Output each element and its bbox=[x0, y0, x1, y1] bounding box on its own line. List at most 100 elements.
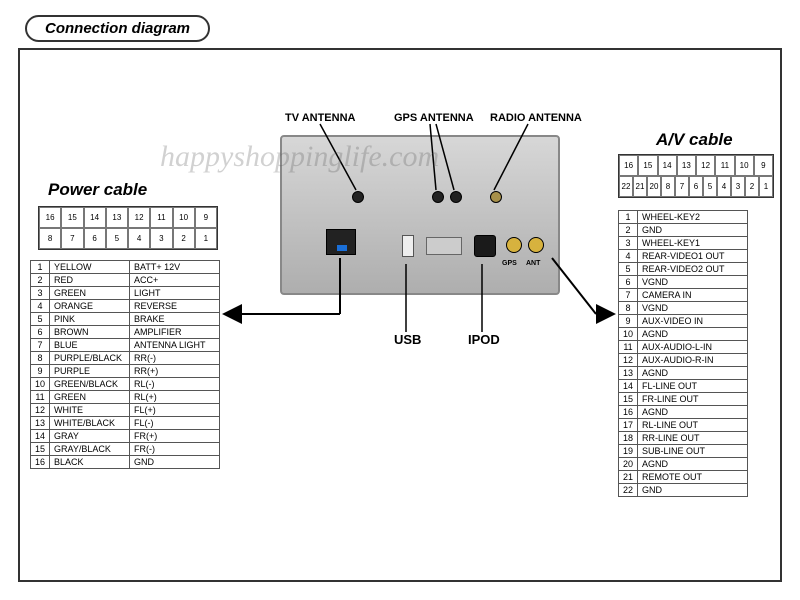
pin-cell: 8 bbox=[39, 228, 61, 249]
table-row: 3GREENLIGHT bbox=[31, 287, 220, 300]
table-row: 12WHITEFL(+) bbox=[31, 404, 220, 417]
pin-cell: 11 bbox=[715, 155, 734, 176]
pin-cell: 7 bbox=[61, 228, 83, 249]
power-connector-port bbox=[326, 229, 356, 255]
table-row: 5PINKBRAKE bbox=[31, 313, 220, 326]
radio-antenna-label: RADIO ANTENNA bbox=[490, 112, 582, 124]
pin-cell: 15 bbox=[61, 207, 83, 228]
gps-text: GPS bbox=[502, 260, 517, 267]
table-row: 7CAMERA IN bbox=[619, 289, 748, 302]
gps-antenna-label: GPS ANTENNA bbox=[394, 112, 474, 124]
head-unit-rear: GPS ANT bbox=[280, 135, 560, 295]
ant-text: ANT bbox=[526, 260, 540, 267]
pin-cell: 21 bbox=[633, 176, 647, 197]
table-row: 7BLUEANTENNA LIGHT bbox=[31, 339, 220, 352]
table-row: 2GND bbox=[619, 224, 748, 237]
pin-cell: 6 bbox=[84, 228, 106, 249]
usb-label: USB bbox=[394, 332, 421, 347]
table-row: 11GREENRL(+) bbox=[31, 391, 220, 404]
pin-cell: 12 bbox=[128, 207, 150, 228]
gps-antenna-jack-b bbox=[450, 191, 462, 203]
pin-cell: 4 bbox=[128, 228, 150, 249]
pin-cell: 22 bbox=[619, 176, 633, 197]
table-row: 14FL-LINE OUT bbox=[619, 380, 748, 393]
table-row: 4REAR-VIDEO1 OUT bbox=[619, 250, 748, 263]
pin-cell: 10 bbox=[173, 207, 195, 228]
av-connector-diagram: 161514131211109 22212087654321 bbox=[618, 154, 774, 198]
table-row: 9PURPLERR(+) bbox=[31, 365, 220, 378]
table-row: 5REAR-VIDEO2 OUT bbox=[619, 263, 748, 276]
pin-cell: 6 bbox=[689, 176, 703, 197]
table-row: 22GND bbox=[619, 484, 748, 497]
table-row: 10AGND bbox=[619, 328, 748, 341]
pin-cell: 13 bbox=[677, 155, 696, 176]
table-row: 3WHEEL-KEY1 bbox=[619, 237, 748, 250]
table-row: 11AUX-AUDIO-L-IN bbox=[619, 341, 748, 354]
power-pin-table: 1YELLOWBATT+ 12V2REDACC+3GREENLIGHT4ORAN… bbox=[30, 260, 220, 469]
table-row: 14GRAYFR(+) bbox=[31, 430, 220, 443]
pin-cell: 3 bbox=[731, 176, 745, 197]
pin-cell: 5 bbox=[703, 176, 717, 197]
power-cable-title: Power cable bbox=[48, 180, 147, 200]
table-row: 19SUB-LINE OUT bbox=[619, 445, 748, 458]
pin-cell: 20 bbox=[647, 176, 661, 197]
gps-jack bbox=[506, 237, 522, 253]
table-row: 16AGND bbox=[619, 406, 748, 419]
diagram-frame: happyshoppinglife.com GPS ANT TV ANTENNA… bbox=[18, 48, 782, 582]
table-row: 20AGND bbox=[619, 458, 748, 471]
pin-cell: 15 bbox=[638, 155, 657, 176]
table-row: 9AUX-VIDEO IN bbox=[619, 315, 748, 328]
pin-cell: 7 bbox=[675, 176, 689, 197]
pin-cell: 8 bbox=[661, 176, 675, 197]
pin-cell: 1 bbox=[759, 176, 773, 197]
pin-cell: 9 bbox=[754, 155, 773, 176]
pin-cell: 16 bbox=[619, 155, 638, 176]
tv-antenna-label: TV ANTENNA bbox=[285, 112, 355, 124]
table-row: 18RR-LINE OUT bbox=[619, 432, 748, 445]
table-row: 8VGND bbox=[619, 302, 748, 315]
pin-cell: 16 bbox=[39, 207, 61, 228]
table-row: 12AUX-AUDIO-R-IN bbox=[619, 354, 748, 367]
table-row: 16BLACKGND bbox=[31, 456, 220, 469]
pin-cell: 2 bbox=[745, 176, 759, 197]
antenna-jack bbox=[528, 237, 544, 253]
table-row: 15GRAY/BLACKFR(-) bbox=[31, 443, 220, 456]
pin-cell: 14 bbox=[84, 207, 106, 228]
pin-cell: 10 bbox=[735, 155, 754, 176]
table-row: 21REMOTE OUT bbox=[619, 471, 748, 484]
table-row: 17RL-LINE OUT bbox=[619, 419, 748, 432]
table-row: 13AGND bbox=[619, 367, 748, 380]
pin-cell: 12 bbox=[696, 155, 715, 176]
pin-cell: 9 bbox=[195, 207, 217, 228]
pin-cell: 2 bbox=[173, 228, 195, 249]
ipod-label: IPOD bbox=[468, 332, 500, 347]
usb-port bbox=[402, 235, 414, 257]
av-cable-title: A/V cable bbox=[656, 130, 733, 150]
table-row: 6BROWNAMPLIFIER bbox=[31, 326, 220, 339]
power-arrow-icon bbox=[222, 304, 242, 324]
pin-cell: 5 bbox=[106, 228, 128, 249]
tv-antenna-jack bbox=[352, 191, 364, 203]
av-arrow-icon bbox=[596, 304, 616, 324]
pin-cell: 13 bbox=[106, 207, 128, 228]
pin-cell: 3 bbox=[150, 228, 172, 249]
ipod-port bbox=[474, 235, 496, 257]
table-row: 13WHITE/BLACKFL(-) bbox=[31, 417, 220, 430]
gps-antenna-jack-a bbox=[432, 191, 444, 203]
power-connector-diagram: 161514131211109 87654321 bbox=[38, 206, 218, 250]
pin-cell: 1 bbox=[195, 228, 217, 249]
table-row: 1YELLOWBATT+ 12V bbox=[31, 261, 220, 274]
diagram-title: Connection diagram bbox=[25, 15, 210, 42]
table-row: 4ORANGEREVERSE bbox=[31, 300, 220, 313]
table-row: 10GREEN/BLACKRL(-) bbox=[31, 378, 220, 391]
pin-cell: 4 bbox=[717, 176, 731, 197]
table-row: 6VGND bbox=[619, 276, 748, 289]
table-row: 2REDACC+ bbox=[31, 274, 220, 287]
table-row: 15FR-LINE OUT bbox=[619, 393, 748, 406]
pin-cell: 14 bbox=[658, 155, 677, 176]
pin-cell: 11 bbox=[150, 207, 172, 228]
radio-antenna-jack bbox=[490, 191, 502, 203]
table-row: 8PURPLE/BLACKRR(-) bbox=[31, 352, 220, 365]
sd-slot bbox=[426, 237, 462, 255]
table-row: 1WHEEL-KEY2 bbox=[619, 211, 748, 224]
